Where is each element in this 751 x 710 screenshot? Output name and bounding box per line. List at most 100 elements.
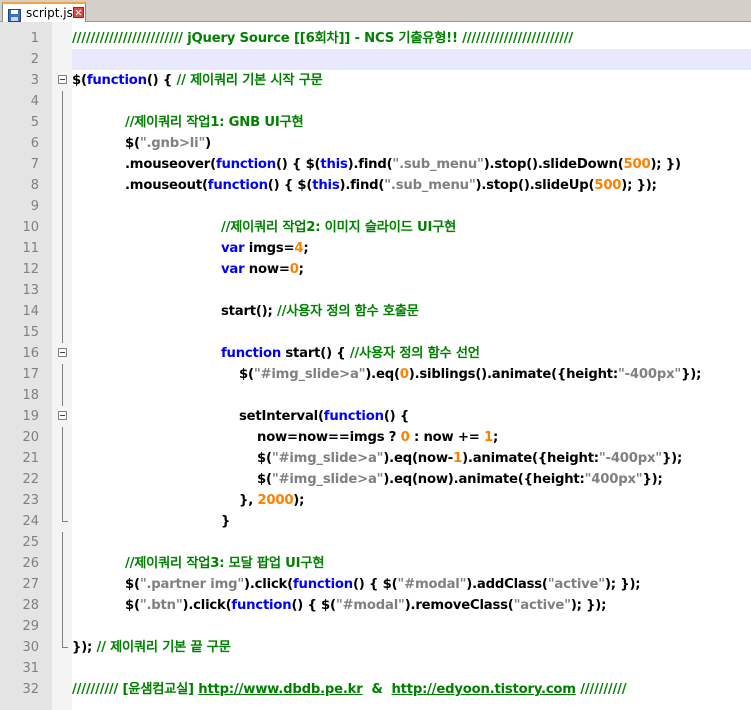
code-keyword: this (312, 178, 340, 193)
code-keyword: function (207, 178, 268, 193)
code-link[interactable]: http://edyoon.tistory.com (391, 682, 576, 697)
close-icon[interactable] (73, 7, 84, 18)
fold-guide-line (62, 175, 63, 196)
code-token: start(); (221, 304, 277, 319)
code-line[interactable]: 8 .mouseout(function() { $(this).find(".s… (0, 175, 751, 196)
code-string: "#modal" (335, 598, 405, 613)
code-line[interactable]: 14 start(); //사용자 정의 함수 호출문 (0, 301, 751, 322)
code-line[interactable]: 15 (0, 322, 751, 343)
line-number: 31 (22, 661, 39, 676)
code-line[interactable]: 30}); // 제이쿼리 기본 끝 구문 (0, 637, 751, 658)
code-line[interactable]: 17 $("#img_slide>a").eq(0).siblings().ani… (0, 364, 751, 385)
fold-guide-line (62, 133, 63, 154)
code-text: var imgs=4; (221, 238, 309, 259)
code-line[interactable]: 12 var now=0; (0, 259, 751, 280)
code-string: "active" (547, 577, 605, 592)
line-number: 29 (22, 619, 39, 634)
code-line[interactable]: 1 //////////////////////// jQuery Source … (0, 28, 751, 49)
fold-end-marker (62, 511, 68, 522)
fold-toggle-icon[interactable] (58, 75, 67, 84)
code-token: () { $( (275, 157, 321, 172)
code-line[interactable]: 3 $(function() { // 제이쿼리 기본 시작 구문 (0, 70, 751, 91)
code-token: $( (125, 136, 140, 151)
code-keyword: var (221, 241, 245, 256)
code-line[interactable]: 2 (0, 49, 751, 70)
code-line[interactable]: 10 //제이쿼리 작업2: 이미지 슬라이드 UI구현 (0, 217, 751, 238)
code-line[interactable]: 11 var imgs=4; (0, 238, 751, 259)
code-token: ).find( (347, 157, 393, 172)
code-line[interactable]: 28 $(".btn").click(function() { $("#modal… (0, 595, 751, 616)
code-token: ; (298, 262, 304, 277)
fold-guide-line (62, 259, 63, 280)
code-text: $(".gnb>li") (125, 133, 211, 154)
code-line[interactable]: 6 $(".gnb>li") (0, 133, 751, 154)
code-line[interactable]: 5 //제이쿼리 작업1: GNB UI구현 (0, 112, 751, 133)
fold-guide-line (62, 322, 63, 343)
line-number: 3 (30, 73, 39, 88)
code-token: ; (492, 430, 499, 445)
line-number: 8 (30, 178, 39, 193)
code-text: $(function() { // 제이쿼리 기본 시작 구문 (72, 70, 323, 91)
code-text: //제이쿼리 작업3: 모달 팝업 UI구현 (125, 553, 324, 574)
line-number: 16 (22, 346, 39, 361)
code-line[interactable]: 23}, 2000); (0, 490, 751, 511)
code-token: $( (72, 73, 87, 88)
code-token: }, (239, 493, 258, 508)
tab-script-js[interactable]: script.js (2, 2, 86, 22)
fold-guide-line (62, 616, 63, 637)
code-string: ".partner img" (139, 577, 245, 592)
line-number: 12 (22, 262, 39, 277)
code-line[interactable]: 32 ////////// [윤샘컴교실] http://www.dbdb.pe.… (0, 679, 751, 700)
code-keyword: function (231, 598, 292, 613)
code-text: now=now==imgs ? 0 : now += 1; (257, 427, 498, 448)
code-comment: //사용자 정의 함수 호출문 (276, 304, 419, 319)
code-line[interactable]: 7 .mouseover(function() { $(this).find(".… (0, 154, 751, 175)
line-number: 14 (22, 304, 39, 319)
code-string: "#img_slide>a" (271, 472, 384, 487)
code-string: ".gnb>li" (139, 136, 206, 151)
code-number: 2000 (257, 493, 294, 508)
code-token: ).eq(now- (383, 451, 454, 466)
code-text: function start() { //사용자 정의 함수 선언 (221, 343, 480, 364)
fold-guide-line (62, 301, 63, 322)
code-string: ".sub_menu" (392, 157, 484, 172)
code-line[interactable]: 13 (0, 280, 751, 301)
code-token: }); (681, 367, 702, 382)
fold-end-marker (62, 637, 68, 648)
code-line[interactable]: 31 (0, 658, 751, 679)
code-token: setInterval( (239, 409, 324, 424)
code-token: }); (661, 451, 683, 466)
code-line[interactable]: 16 function start() { //사용자 정의 함수 선언 (0, 343, 751, 364)
code-token: ; (303, 241, 309, 256)
code-token: $( (125, 577, 140, 592)
code-line[interactable]: 19 setInterval(function() { (0, 406, 751, 427)
fold-guide-line (62, 112, 63, 133)
code-text: }); // 제이쿼리 기본 끝 구문 (72, 637, 231, 658)
code-line[interactable]: 21 $("#img_slide>a").eq(now-1).animate({h… (0, 448, 751, 469)
code-text: //////////////////////// jQuery Source [… (72, 28, 573, 49)
fold-toggle-icon[interactable] (58, 348, 67, 357)
code-line[interactable]: 22 $("#img_slide>a").eq(now).animate({hei… (0, 469, 751, 490)
code-token: ).eq(now).animate({height: (383, 472, 585, 487)
fold-guide-line (62, 448, 63, 469)
save-file-icon (8, 7, 21, 22)
code-token: now=now==imgs ? (257, 430, 401, 445)
code-line[interactable]: 18 (0, 385, 751, 406)
code-line[interactable]: 29 (0, 616, 751, 637)
code-editor[interactable]: 1 //////////////////////// jQuery Source … (0, 28, 751, 700)
code-token: ).removeClass( (404, 598, 514, 613)
code-token: ).animate({height: (462, 451, 599, 466)
code-line[interactable]: 4 (0, 91, 751, 112)
fold-toggle-icon[interactable] (58, 411, 67, 420)
code-token: .mouseout( (125, 178, 208, 193)
line-number: 6 (30, 136, 39, 151)
code-comment: ////////// [윤샘컴교실] (72, 682, 199, 697)
code-link[interactable]: http://www.dbdb.pe.kr (198, 682, 362, 697)
code-line[interactable]: 25 (0, 532, 751, 553)
line-number: 9 (30, 199, 39, 214)
code-line[interactable]: 26 //제이쿼리 작업3: 모달 팝업 UI구현 (0, 553, 751, 574)
code-line[interactable]: 27 $(".partner img").click(function() { $… (0, 574, 751, 595)
code-line[interactable]: 9 (0, 196, 751, 217)
code-line[interactable]: 20 now=now==imgs ? 0 : now += 1; (0, 427, 751, 448)
code-line[interactable]: 24} (0, 511, 751, 532)
